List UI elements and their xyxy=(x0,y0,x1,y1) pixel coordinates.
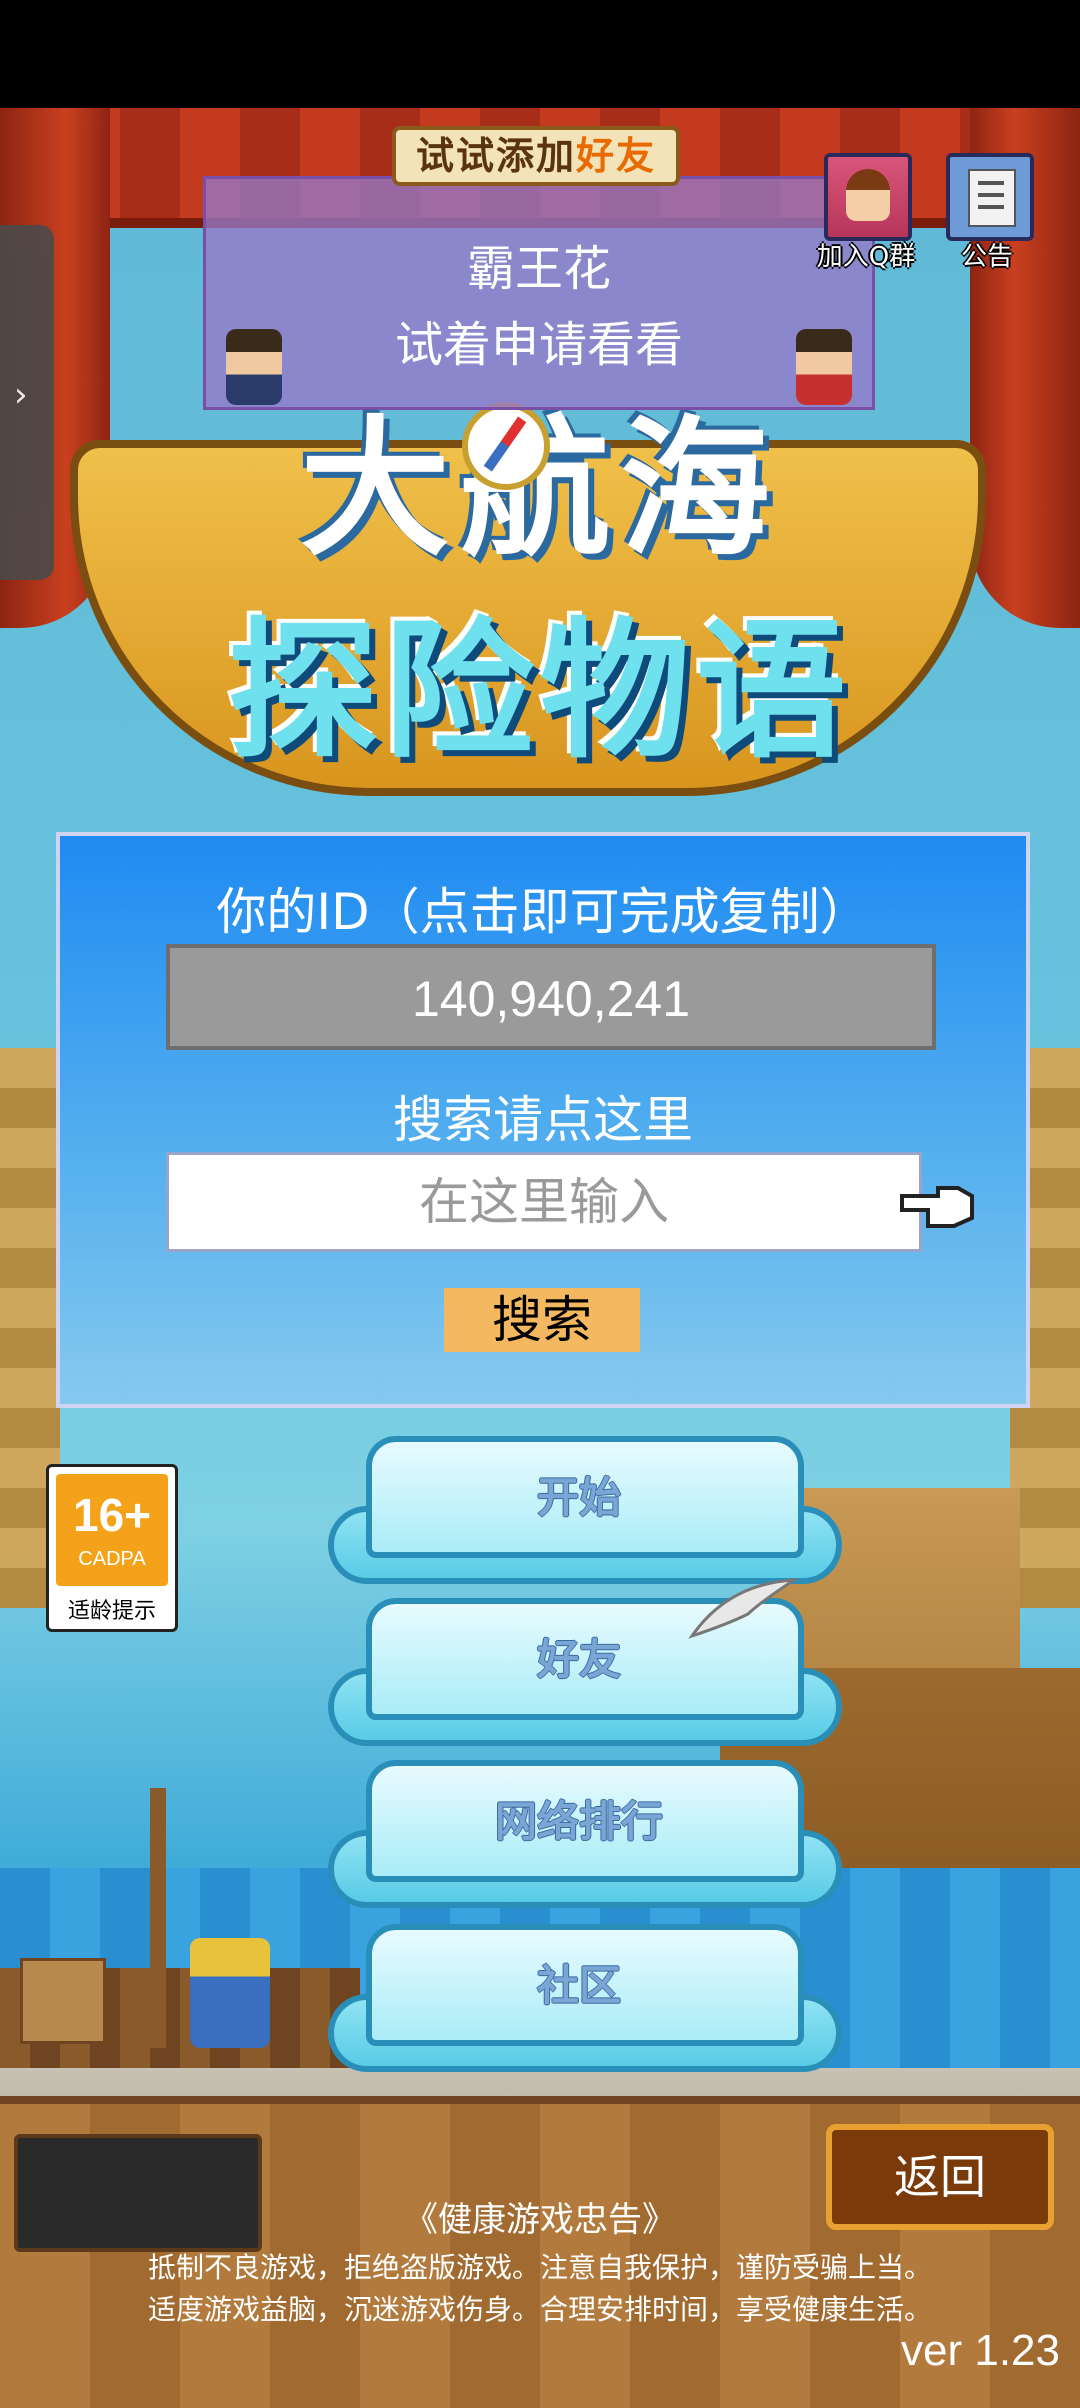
join-qq-group-button[interactable] xyxy=(824,153,912,241)
search-hint-label: 搜索请点这里 xyxy=(393,1091,693,1149)
age-rating-value: 16+ xyxy=(72,1489,152,1541)
age-rating-badge[interactable]: 16+ CADPA 适龄提示 xyxy=(46,1464,178,1632)
version-label: ver 1.23 xyxy=(901,2326,1060,2375)
age-rating-box: 16+ CADPA xyxy=(56,1474,168,1586)
seagull-icon xyxy=(688,1578,798,1639)
player-avatar-icon xyxy=(226,329,282,405)
id-search-panel: 你的ID（点击即可完成复制） 140,940,241 搜索请点这里 搜索 xyxy=(56,832,1030,1408)
viking-character-sprite xyxy=(190,1938,270,2048)
announcement-button[interactable] xyxy=(946,153,1034,241)
community-label: 社区 xyxy=(536,1961,621,2010)
announcement-label: 公告 xyxy=(960,242,1013,272)
your-id-label: 你的ID（点击即可完成复制） xyxy=(216,883,870,941)
friend-suggestion-card[interactable]: 霸王花 试着申请看看 xyxy=(203,176,875,410)
player-id-copy-field[interactable]: 140,940,241 xyxy=(166,944,936,1050)
health-advice-line2: 适度游戏益脑，沉迷游戏伤身。合理安排时间，享受健康生活。 xyxy=(147,2293,932,2326)
community-button[interactable]: 社区 xyxy=(328,1924,842,2072)
side-drawer-tab[interactable]: › xyxy=(0,225,54,580)
status-bar xyxy=(0,0,1080,108)
friend-suggestion-message: 试着申请看看 xyxy=(394,317,683,373)
health-advice-title: 《健康游戏忠告》 xyxy=(404,2200,676,2240)
friend-tip-prefix: 试试添加 xyxy=(415,134,576,178)
player-id-value: 140,940,241 xyxy=(411,971,691,1027)
friend-name: 霸王花 xyxy=(466,241,611,297)
friend-avatar-icon xyxy=(796,329,852,405)
dock-mast xyxy=(150,1788,166,2048)
age-rating-hint: 适龄提示 xyxy=(67,1599,156,1624)
bottom-wood-bar: 返回 《健康游戏忠告》 抵制不良游戏，拒绝盗版游戏。注意自我保护，谨防受骗上当。… xyxy=(0,2096,1080,2408)
compass-icon xyxy=(462,402,550,490)
join-qq-group-label: 加入Q群 xyxy=(816,242,916,272)
document-icon xyxy=(968,169,1016,227)
search-button[interactable]: 搜索 xyxy=(444,1288,640,1352)
pointing-hand-icon xyxy=(900,1186,974,1228)
chevron-right-icon: › xyxy=(14,375,28,415)
health-advice-line1: 抵制不良游戏，拒绝盗版游戏。注意自我保护，谨防受骗上当。 xyxy=(147,2251,932,2284)
friend-tip-banner: 试试添加好友 xyxy=(392,126,680,186)
search-input[interactable] xyxy=(166,1152,922,1252)
start-button[interactable]: 开始 xyxy=(328,1436,842,1584)
age-rating-org: CADPA xyxy=(78,1548,146,1570)
friend-tip-highlight: 好友 xyxy=(576,134,657,178)
girl-avatar-icon xyxy=(846,169,890,221)
start-label: 开始 xyxy=(536,1473,621,1522)
ranking-label: 网络排行 xyxy=(494,1797,663,1846)
online-ranking-button[interactable]: 网络排行 xyxy=(328,1760,842,1908)
game-title-line2: 探险物语 xyxy=(227,605,852,779)
cargo-crates xyxy=(20,1958,106,2044)
